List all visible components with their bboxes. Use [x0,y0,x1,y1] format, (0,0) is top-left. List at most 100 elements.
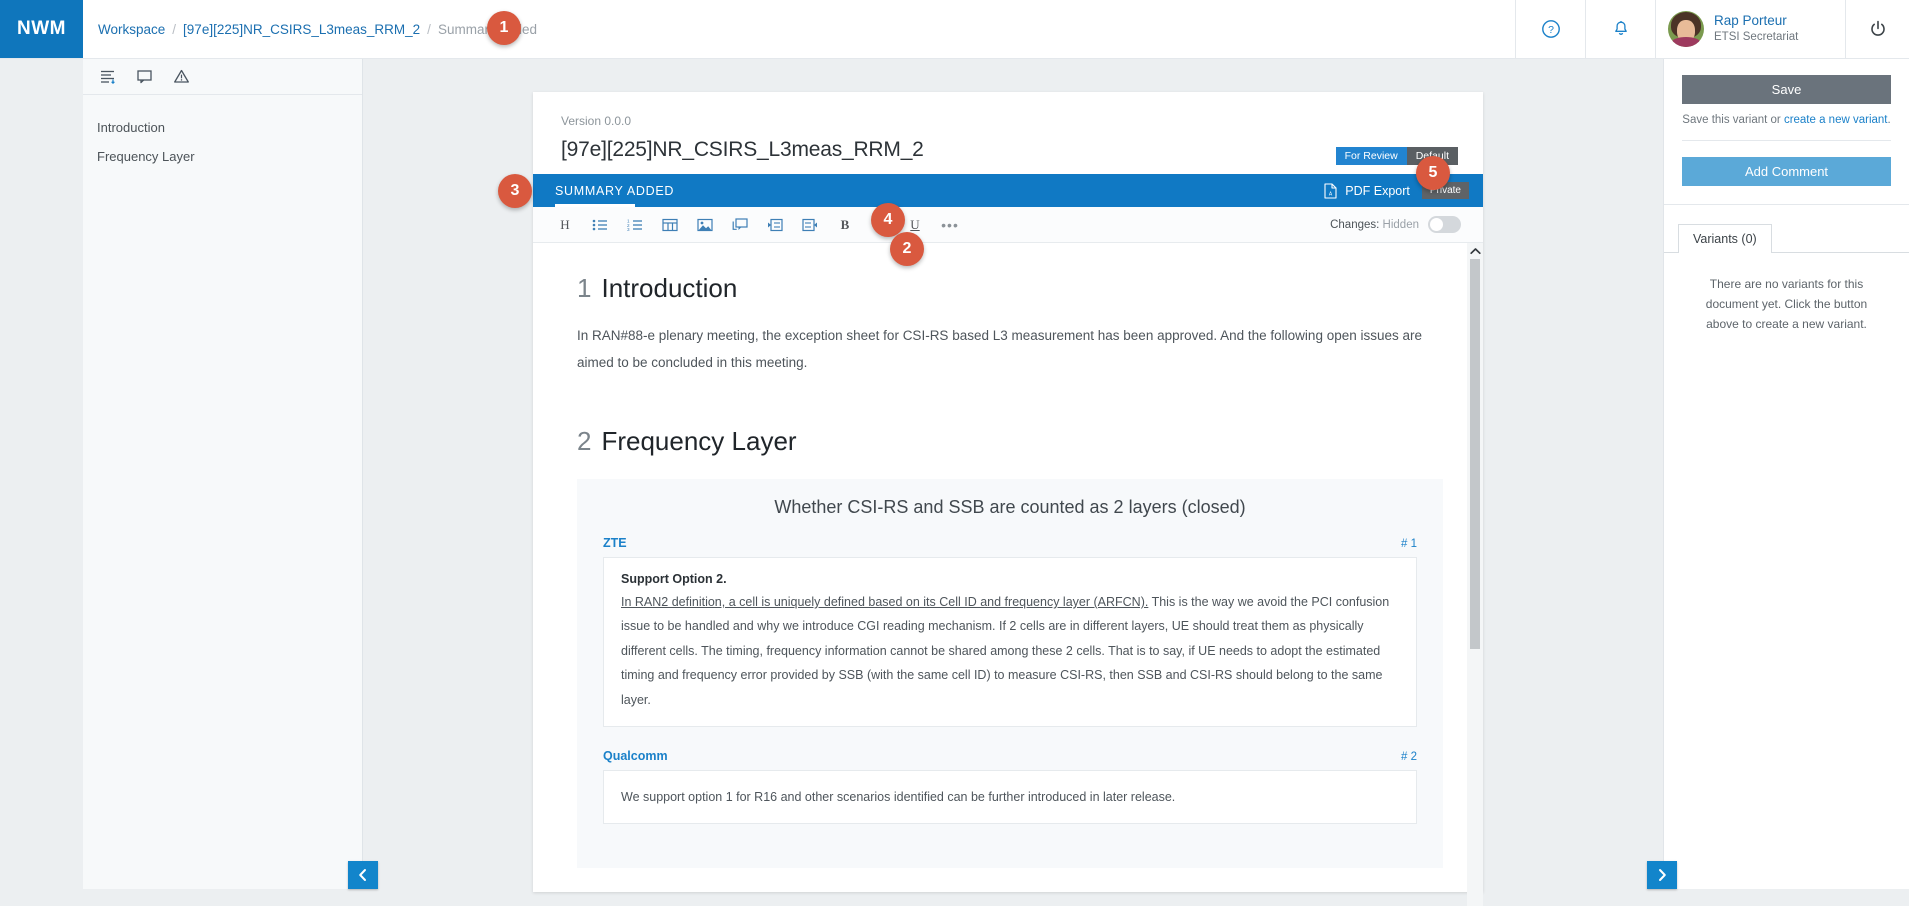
top-bar: NWM Workspace / [97e][225]NR_CSIRS_L3mea… [0,0,1909,59]
sidebar-item-introduction[interactable]: Introduction [97,113,362,142]
issue-title: Whether CSI-RS and SSB are counted as 2 … [603,497,1417,518]
changes-value: Hidden [1383,219,1419,231]
contribution-strong-zte: Support Option 2. [621,572,1399,586]
app-logo[interactable]: NWM [0,0,83,58]
save-hint-prefix: Save this variant or [1682,114,1784,126]
more-options-button[interactable]: ••• [940,215,960,235]
tab-variants[interactable]: Variants (0) [1678,224,1772,253]
help-icon: ? [1541,19,1561,39]
contribution-box-zte: Support Option 2. In RAN2 definition, a … [603,557,1417,727]
svg-text:A: A [1329,191,1333,197]
section-number-1: 1 [577,273,591,303]
comment-icon[interactable] [136,68,153,85]
section-paragraph-introduction: In RAN#88-e plenary meeting, the excepti… [577,322,1443,376]
user-name: Rap Porteur [1714,13,1798,30]
editor-toolbar: H 1 2 3 [533,207,1483,243]
section-heading-introduction: 1 Introduction [577,273,1443,304]
section-heading-frequency-layer: 2 Frequency Layer [577,426,1443,457]
section-title-1: Introduction [601,273,737,303]
editor-scrollbar[interactable] [1467,243,1483,906]
contribution-box-qualcomm: We support option 1 for R16 and other sc… [603,770,1417,824]
insert-comment-icon[interactable] [730,215,750,235]
summary-bar: SUMMARY ADDED A PDF Export Private 3 5 [533,174,1483,207]
sidebar-item-frequency-layer[interactable]: Frequency Layer [97,142,362,171]
document-card: Version 0.0.0 [97e][225]NR_CSIRS_L3meas_… [533,92,1483,892]
add-comment-button[interactable]: Add Comment [1682,157,1891,186]
section-number-2: 2 [577,426,591,456]
document-body: 1 Introduction In RAN#88-e plenary meetin… [533,243,1483,906]
callout-badge-1: 1 [487,11,521,45]
scrollbar-thumb[interactable] [1470,259,1480,649]
help-button[interactable]: ? [1515,0,1585,58]
contribution-text-qualcomm: We support option 1 for R16 and other sc… [621,785,1399,809]
callout-badge-5: 5 [1416,156,1450,190]
table-icon[interactable] [660,215,680,235]
breadcrumb-separator-2: / [427,22,431,37]
contribution-header-2: Qualcomm # 2 [603,749,1417,763]
breadcrumb-workspace[interactable]: Workspace [98,22,165,37]
breadcrumb-document[interactable]: [97e][225]NR_CSIRS_L3meas_RRM_2 [183,22,420,37]
issue-block: Whether CSI-RS and SSB are counted as 2 … [577,479,1443,868]
contribution-header: ZTE # 1 [603,536,1417,550]
breadcrumb: Workspace / [97e][225]NR_CSIRS_L3meas_RR… [83,0,1515,58]
user-role: ETSI Secretariat [1714,30,1798,44]
avatar [1668,11,1704,47]
create-variant-link[interactable]: create a new variant [1784,114,1888,126]
pdf-file-icon: A [1323,183,1338,199]
document-version: Version 0.0.0 [561,114,1455,128]
page-title: [97e][225]NR_CSIRS_L3meas_RRM_2 [561,138,1455,162]
svg-text:?: ? [1548,24,1554,36]
contribution-company-qualcomm[interactable]: Qualcomm [603,749,668,763]
image-icon[interactable] [695,215,715,235]
collapse-right-panel-button[interactable] [1647,861,1677,889]
pdf-export-button[interactable]: A PDF Export [1323,183,1410,199]
numbered-list-icon[interactable]: 1 2 3 [625,215,645,235]
save-hint-suffix: . [1888,114,1891,126]
document-header: Version 0.0.0 [97e][225]NR_CSIRS_L3meas_… [533,92,1483,174]
variant-actions: Save Save this variant or create a new v… [1664,59,1909,205]
section-title-2: Frequency Layer [601,426,796,456]
bullet-list-icon[interactable] [590,215,610,235]
outline-icon[interactable] [99,68,116,85]
contribution-company-zte[interactable]: ZTE [603,536,627,550]
bold-button[interactable]: B [835,215,855,235]
collapse-left-panel-button[interactable] [348,861,378,889]
changes-toggle[interactable] [1428,216,1461,233]
heading-button[interactable]: H [555,215,575,235]
notifications-button[interactable] [1585,0,1655,58]
svg-text:3: 3 [627,227,630,232]
variants-tabs: Variants (0) [1664,205,1909,252]
top-bar-tools: ? Rap Porteur ETSI Secretariat [1515,0,1909,58]
contribution-id-2[interactable]: # 2 [1401,751,1417,763]
variants-empty-message: There are no variants for this document … [1664,253,1909,356]
divider [1682,140,1891,141]
summary-label: SUMMARY ADDED [555,184,674,198]
pdf-export-label: PDF Export [1345,184,1410,198]
callout-badge-4: 4 [871,203,905,237]
power-icon [1868,19,1888,39]
bell-icon [1611,19,1631,39]
scroll-up-button[interactable] [1467,243,1483,259]
save-hint: Save this variant or create a new varian… [1682,114,1891,126]
contribution-body-zte: This is the way we avoid the PCI confusi… [621,595,1389,707]
left-panel-list: Introduction Frequency Layer [83,95,362,171]
callout-badge-3: 3 [498,174,532,208]
contribution-text-zte: In RAN2 definition, a cell is uniquely d… [621,590,1399,712]
status-badge-for-review[interactable]: For Review [1336,147,1407,165]
contribution-underlined-zte: In RAN2 definition, a cell is uniquely d… [621,595,1148,609]
changes-label-text: Changes: [1330,219,1379,231]
user-menu[interactable]: Rap Porteur ETSI Secretariat [1655,0,1845,58]
warning-icon[interactable] [173,68,190,85]
changes-label: Changes: Hidden [1330,219,1419,231]
breadcrumb-separator-1: / [172,22,176,37]
logout-button[interactable] [1845,0,1909,58]
callout-badge-2: 2 [890,232,924,266]
editor-area: Version 0.0.0 [97e][225]NR_CSIRS_L3meas_… [363,59,1663,889]
contribution-id-1[interactable]: # 1 [1401,538,1417,550]
left-nav-panel: Introduction Frequency Layer [83,59,363,889]
changes-toggle-group: Changes: Hidden [1330,216,1461,233]
decrease-indent-icon[interactable] [765,215,785,235]
increase-indent-icon[interactable] [800,215,820,235]
right-panel: Save Save this variant or create a new v… [1663,59,1909,889]
save-button[interactable]: Save [1682,75,1891,104]
